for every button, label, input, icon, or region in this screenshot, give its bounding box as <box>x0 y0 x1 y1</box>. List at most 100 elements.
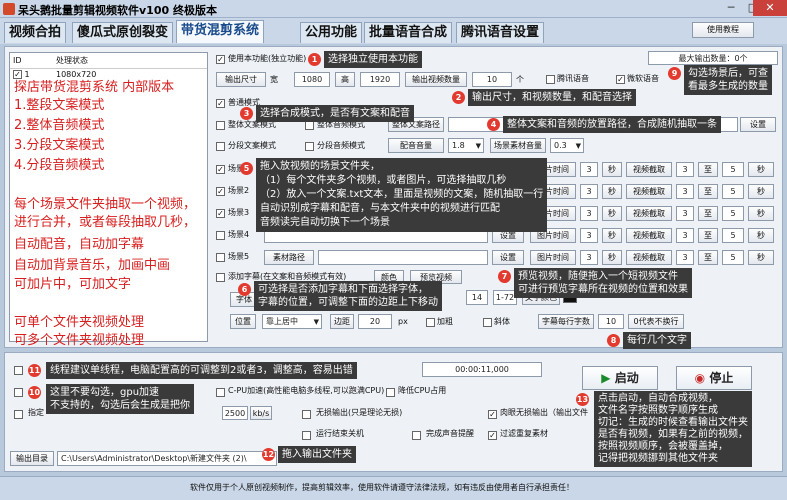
scene-label: 场景4 <box>228 230 250 239</box>
time-display[interactable]: 00:00:11,000 <box>422 362 542 377</box>
bitrate-input[interactable]: 2500 <box>222 406 248 420</box>
italic-checkbox[interactable] <box>483 318 492 327</box>
segment-audio-checkbox[interactable] <box>305 142 314 151</box>
tab-tencent-voice[interactable]: 腾讯语音设置 <box>456 22 545 43</box>
bitrate-unit: kb/s <box>250 406 272 420</box>
video-count-input[interactable]: 10 <box>472 72 512 87</box>
help-button[interactable]: 使用教程 <box>692 22 754 38</box>
cut-to-input[interactable]: 5 <box>722 184 744 199</box>
memory-checkbox[interactable]: ✓ <box>488 410 497 419</box>
scene-checkbox[interactable] <box>216 253 225 262</box>
footer-text: 软件仅用于个人原创视频制作，提高剪辑效率，使用软件请遵守法律法规，如有违反由使用… <box>190 483 574 492</box>
image-time-input[interactable]: 3 <box>580 184 598 199</box>
whole-text-checkbox[interactable] <box>216 121 225 130</box>
cut-from-input[interactable]: 3 <box>676 228 694 243</box>
callout-5: 拖入放视频的场景文件夹， （1）每个文件夹多个视频，或者图片，可选择抽取几秒 （… <box>256 158 548 232</box>
output-size-button[interactable]: 输出尺寸 <box>216 72 266 87</box>
cut-from-input[interactable]: 3 <box>676 184 694 199</box>
sec2-label: 秒 <box>748 228 774 243</box>
cut-from-input[interactable]: 3 <box>676 162 694 177</box>
material-path-button[interactable]: 素材路径 <box>264 250 314 265</box>
scene-checkbox[interactable]: ✓ <box>216 187 225 196</box>
whole-setting-button[interactable]: 设置 <box>740 117 776 132</box>
image-time-input[interactable]: 3 <box>580 250 598 265</box>
video-cut-button[interactable]: 视频截取 <box>626 206 672 221</box>
minimize-button[interactable]: ─ <box>720 0 742 16</box>
mode-4: 4.分段音频模式 <box>14 158 105 173</box>
desc-2: 进行合并，或者每段抽取几秒， <box>14 215 197 230</box>
scene-checkbox[interactable] <box>216 231 225 240</box>
normal-mode-checkbox[interactable]: ✓ <box>216 99 225 108</box>
output-dir-button[interactable]: 输出目录 <box>10 451 54 466</box>
col-status: 处理状态 <box>56 56 88 65</box>
close-button[interactable]: ✕ <box>753 0 787 16</box>
cut-to-input[interactable]: 5 <box>722 162 744 177</box>
video-cut-button[interactable]: 视频截取 <box>626 184 672 199</box>
segment-text-checkbox[interactable] <box>216 142 225 151</box>
to-label: 至 <box>698 162 718 177</box>
use-feature-checkbox[interactable]: ✓ <box>216 55 225 64</box>
scene-checkbox[interactable]: ✓ <box>216 165 225 174</box>
cut-to-input[interactable]: 5 <box>722 206 744 221</box>
chars-per-line-input[interactable]: 10 <box>598 314 624 329</box>
cut-to-input[interactable]: 5 <box>722 228 744 243</box>
tab-batch-voice[interactable]: 批量语音合成 <box>364 22 453 43</box>
chevron-down-icon: ▼ <box>475 142 481 150</box>
cpu-accel-checkbox[interactable] <box>216 388 225 397</box>
whole-audio-checkbox[interactable] <box>305 121 314 130</box>
tab-goods-mix[interactable]: 带货混剪系统 <box>176 20 265 43</box>
add-subtitle-checkbox[interactable] <box>216 273 225 282</box>
position-select[interactable]: 靠上居中 ▼ <box>262 314 322 329</box>
callout-10: 这里不要勾选，gpu加速 不支持的，勾选后会生成是把你 <box>46 384 194 414</box>
gpu-checkbox[interactable] <box>14 388 23 397</box>
desc-5: 可加片中，可加文字 <box>14 277 132 292</box>
stop-button[interactable]: ◉ 停止 <box>676 366 752 390</box>
sec2-label: 秒 <box>748 162 774 177</box>
margin-input[interactable]: 20 <box>358 314 392 329</box>
image-time-input[interactable]: 3 <box>580 228 598 243</box>
cut-from-input[interactable]: 3 <box>676 250 694 265</box>
window-title: 呆头鹅批量剪辑视频软件v100 终极版本 <box>18 4 217 17</box>
output-dir-input[interactable]: C:\Users\Administrator\Desktop\新建文件夹 (2)… <box>57 451 277 466</box>
weiruan-voice-checkbox[interactable]: ✓ <box>616 75 625 84</box>
mode-2: 2.整体音频模式 <box>14 118 105 133</box>
start-button[interactable]: ▶ 启动 <box>582 366 658 390</box>
notes-title: 探店带货混剪系统 内部版本 <box>14 80 175 95</box>
width-input[interactable]: 1080 <box>294 72 330 87</box>
filter-checkbox[interactable]: ✓ <box>488 431 497 440</box>
seamless-checkbox[interactable] <box>302 410 311 419</box>
image-time-button[interactable]: 图片时间 <box>530 250 576 265</box>
scene-setting-button[interactable]: 设置 <box>492 250 524 265</box>
shutdown-checkbox[interactable] <box>302 431 311 440</box>
bold-checkbox[interactable] <box>426 318 435 327</box>
thread-checkbox[interactable] <box>14 366 23 375</box>
done-sound-checkbox[interactable] <box>412 431 421 440</box>
video-cut-button[interactable]: 视频截取 <box>626 162 672 177</box>
image-time-input[interactable]: 3 <box>580 206 598 221</box>
cut-from-input[interactable]: 3 <box>676 206 694 221</box>
scene-path-input[interactable] <box>318 250 488 265</box>
margin-unit: px <box>398 317 408 326</box>
video-cut-button[interactable]: 视频截取 <box>626 228 672 243</box>
lower-cpu-checkbox[interactable] <box>386 388 395 397</box>
tab-common[interactable]: 公用功能 <box>300 22 363 43</box>
cut-to-input[interactable]: 5 <box>722 250 744 265</box>
font-size-input[interactable]: 14 <box>466 290 488 305</box>
audio-volume-select[interactable]: 1.8 ▼ <box>448 138 484 153</box>
tencent-voice-label: 腾讯语音 <box>557 74 589 83</box>
position-button[interactable]: 位置 <box>230 314 256 329</box>
image-time-input[interactable]: 3 <box>580 162 598 177</box>
tab-fission[interactable]: 傻瓜式原创裂变 <box>72 22 174 43</box>
stop-icon: ◉ <box>694 371 706 385</box>
tab-video-duet[interactable]: 视频合拍 <box>4 22 67 43</box>
to-label: 至 <box>698 206 718 221</box>
video-cut-button[interactable]: 视频截取 <box>626 250 672 265</box>
callout-2: 输出尺寸，和视频数量，和配音选择 <box>468 89 636 106</box>
bitrate-checkbox[interactable] <box>14 410 23 419</box>
scene-volume-select[interactable]: 0.3 ▼ <box>550 138 584 153</box>
title-bar: 呆头鹅批量剪辑视频软件v100 终极版本 ─ □ ✕ <box>0 0 787 18</box>
scene-checkbox[interactable]: ✓ <box>216 209 225 218</box>
height-input[interactable]: 1920 <box>360 72 400 87</box>
bottom-note-1: 可单个文件夹视频处理 <box>14 315 145 330</box>
tencent-voice-checkbox[interactable] <box>546 75 555 84</box>
